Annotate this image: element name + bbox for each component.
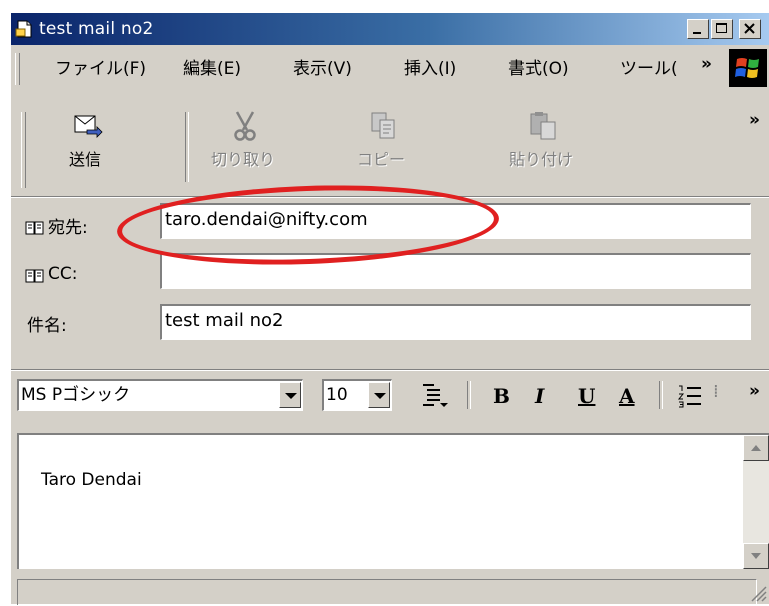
maximize-button[interactable] (711, 19, 733, 39)
menu-view[interactable]: 表示(V) (293, 58, 352, 80)
paste-icon (527, 110, 559, 142)
font-dropdown-chevron-icon[interactable] (279, 382, 301, 408)
minimize-button[interactable] (687, 19, 709, 39)
status-pane (17, 579, 757, 605)
paragraph-style-icon[interactable] (420, 381, 448, 409)
italic-button[interactable]: I (535, 379, 544, 413)
resize-grip-icon[interactable] (747, 582, 767, 602)
toolbar-grip[interactable] (21, 112, 26, 188)
formatting-bar: MS Pゴシック 10 B I U A ⁞ » (11, 379, 769, 419)
message-body[interactable]: Taro Dendai (17, 433, 769, 569)
size-dropdown-chevron-icon[interactable] (368, 382, 390, 408)
scroll-up-button[interactable] (743, 435, 769, 461)
format-separator (11, 369, 769, 371)
paste-label: 貼り付け (508, 150, 573, 169)
menu-file[interactable]: ファイル(F) (55, 58, 146, 80)
send-label: 送信 (68, 150, 101, 169)
format-separator-2 (659, 381, 663, 409)
copy-label: コピー (356, 150, 405, 169)
font-select[interactable]: MS Pゴシック (17, 379, 303, 411)
menu-insert[interactable]: 挿入(I) (404, 58, 456, 80)
send-button[interactable]: 送信 (35, 92, 135, 184)
vertical-scrollbar[interactable] (743, 435, 769, 569)
cc-address-book-icon[interactable] (25, 268, 45, 284)
send-icon (71, 110, 103, 142)
format-separator-1 (467, 381, 471, 409)
copy-button[interactable]: コピー (331, 92, 431, 184)
compose-window: test mail no2 ファイル(F) 編集(E) 表示(V) 挿入(I) … (11, 13, 769, 605)
format-overflow-chevron[interactable]: » (749, 381, 760, 401)
status-bar (11, 575, 769, 605)
window-title: test mail no2 (39, 19, 154, 39)
font-select-value: MS Pゴシック (21, 385, 131, 405)
to-field[interactable]: taro.dendai@nifty.com (160, 203, 751, 239)
address-book-icon[interactable] (25, 220, 45, 236)
close-button[interactable] (739, 19, 761, 39)
cc-label: CC: (48, 264, 78, 284)
copy-icon (367, 110, 399, 142)
windows-logo-icon (729, 49, 767, 87)
font-size-value: 10 (326, 385, 348, 405)
toolbar-overflow-chevron[interactable]: » (749, 110, 760, 130)
cut-label: 切り取り (210, 150, 275, 169)
to-label: 宛先: (48, 218, 88, 238)
title-bar[interactable]: test mail no2 (11, 13, 769, 45)
font-color-button[interactable]: A (619, 379, 635, 413)
menu-bar: ファイル(F) 編集(E) 表示(V) 挿入(I) 書式(O) ツール( » (11, 47, 769, 89)
header-separator (11, 196, 769, 198)
toolbar: 送信 切り取り コピー 貼り付け » (11, 92, 769, 192)
underline-button[interactable]: U (578, 379, 595, 413)
font-size-select[interactable]: 10 (322, 379, 392, 411)
cc-field[interactable] (160, 253, 751, 289)
numbered-list-icon[interactable] (677, 383, 703, 409)
new-mail-icon (15, 19, 35, 39)
scroll-down-button[interactable] (743, 543, 769, 569)
menubar-grip[interactable] (15, 53, 20, 85)
menu-format[interactable]: 書式(O) (508, 58, 569, 80)
toolbar-separator (185, 112, 189, 182)
menu-overflow-chevron[interactable]: » (701, 53, 712, 75)
subject-field[interactable]: test mail no2 (160, 304, 751, 340)
menu-edit[interactable]: 編集(E) (183, 58, 241, 80)
subject-label: 件名: (27, 316, 67, 336)
paste-button[interactable]: 貼り付け (491, 92, 591, 184)
menu-tools[interactable]: ツール( (620, 58, 678, 80)
bold-button[interactable]: B (493, 379, 510, 413)
message-body-text: Taro Dendai (41, 470, 142, 490)
scissors-icon (229, 110, 261, 142)
cut-button[interactable]: 切り取り (193, 92, 293, 184)
format-grip-dots: ⁞ (713, 381, 719, 402)
